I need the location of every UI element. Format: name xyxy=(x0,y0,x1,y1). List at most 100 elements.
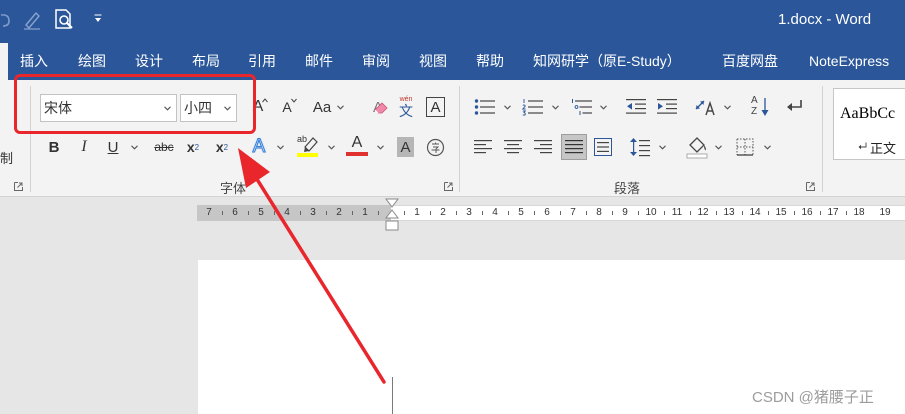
chevron-down-icon[interactable] xyxy=(600,105,607,110)
window-title: 1.docx - Word xyxy=(778,11,872,28)
ruler-tick xyxy=(222,211,223,215)
ruler-tick xyxy=(586,211,587,215)
enclose-characters-icon[interactable] xyxy=(426,138,445,157)
ruler-tick xyxy=(378,211,379,215)
ruler-number: 12 xyxy=(697,207,709,218)
chevron-down-icon[interactable] xyxy=(131,145,138,150)
tab-review[interactable]: 审阅 xyxy=(362,53,390,69)
tab-layout[interactable]: 布局 xyxy=(192,53,220,69)
group-separator xyxy=(459,86,460,192)
chevron-down-icon[interactable] xyxy=(504,105,511,110)
highlight-button[interactable]: ab xyxy=(296,134,320,158)
clear-formatting-button[interactable]: A xyxy=(367,95,389,119)
chevron-down-icon[interactable] xyxy=(724,105,731,110)
chevron-down-icon[interactable] xyxy=(328,145,335,150)
dialog-launcher-icon[interactable] xyxy=(14,182,23,191)
font-color-label: A xyxy=(351,134,363,151)
underline-button[interactable]: U xyxy=(105,135,121,159)
italic-button[interactable]: I xyxy=(77,135,91,159)
tab-baidu-netdisk[interactable]: 百度网盘 xyxy=(722,53,778,69)
line-spacing-icon[interactable] xyxy=(630,137,650,157)
tab-help[interactable]: 帮助 xyxy=(476,53,504,69)
chevron-down-icon[interactable] xyxy=(764,145,771,150)
ruler-number: 6 xyxy=(232,207,238,218)
font-color-button[interactable]: A xyxy=(346,134,368,158)
align-right-icon[interactable] xyxy=(534,139,552,155)
sort-letter-top: A xyxy=(751,95,758,106)
justify-button-selected[interactable] xyxy=(561,134,587,160)
chevron-down-icon[interactable] xyxy=(277,145,284,150)
sort-arrow-icon xyxy=(761,98,769,116)
dialog-launcher-icon[interactable] xyxy=(444,182,453,191)
text-effects-label: A xyxy=(252,136,266,158)
ruler-tick xyxy=(560,211,561,215)
font-group-label: 字体 xyxy=(220,181,247,196)
pen-icon[interactable] xyxy=(22,9,42,31)
redo-icon[interactable] xyxy=(0,11,12,29)
ruler-tick xyxy=(716,211,717,215)
sort-button[interactable]: A Z xyxy=(750,95,770,119)
chevron-down-icon[interactable] xyxy=(715,145,722,150)
tab-view[interactable]: 视图 xyxy=(419,53,447,69)
indent-marker-icon[interactable] xyxy=(385,198,399,232)
ruler-number: 1 xyxy=(414,207,420,218)
style-normal-tile[interactable]: AaBbCc 正文 xyxy=(833,88,905,160)
customize-toolbar-icon[interactable] xyxy=(94,14,102,24)
tab-home-active-edge[interactable] xyxy=(0,43,8,80)
bold-button[interactable]: B xyxy=(46,135,62,159)
horizontal-ruler[interactable]: 7 6 5 4 3 2 1 1 2 3 4 5 6 7 8 9 10 11 12 13 14 15 16 17 18 19 xyxy=(197,205,905,221)
ruler-number: 2 xyxy=(336,207,342,218)
tab-design[interactable]: 设计 xyxy=(135,53,163,69)
superscript-button[interactable]: x2 xyxy=(213,135,231,159)
tab-cnki-estudy[interactable]: 知网研学（原E-Study） xyxy=(533,53,681,69)
change-case-button[interactable]: Aa xyxy=(311,95,333,119)
multilevel-list-icon[interactable] xyxy=(571,98,593,116)
shrink-font-button[interactable]: A xyxy=(277,95,297,119)
change-case-label: Aa xyxy=(312,98,332,116)
borders-icon[interactable] xyxy=(736,138,754,156)
superscript-base: x xyxy=(215,139,224,155)
align-left-icon[interactable] xyxy=(474,139,492,155)
tab-insert[interactable]: 插入 xyxy=(20,53,48,69)
ruler-tick xyxy=(846,211,847,215)
subscript-button[interactable]: x2 xyxy=(184,135,202,159)
title-bar: 1.docx - Word 插入 绘图 设计 布局 引用 邮件 审阅 视图 帮助… xyxy=(0,0,905,80)
phonetic-guide-button[interactable]: wén 文 xyxy=(396,95,416,119)
dialog-launcher-icon[interactable] xyxy=(806,182,815,191)
strikethrough-button[interactable]: abc xyxy=(151,135,177,159)
decrease-indent-icon[interactable] xyxy=(626,98,646,116)
align-center-icon[interactable] xyxy=(504,139,522,155)
print-preview-icon[interactable] xyxy=(54,8,76,32)
paragraph-group-label: 段落 xyxy=(614,181,641,196)
character-shading-button[interactable]: A xyxy=(397,137,414,157)
ruler-number: 3 xyxy=(466,207,472,218)
ruler-tick xyxy=(690,211,691,215)
chevron-down-icon[interactable] xyxy=(377,145,384,150)
tab-mailings[interactable]: 邮件 xyxy=(305,53,333,69)
group-separator xyxy=(822,86,823,192)
bullets-icon[interactable] xyxy=(474,98,496,116)
tab-references[interactable]: 引用 xyxy=(248,53,276,69)
bold-label: B xyxy=(48,138,60,156)
show-marks-icon[interactable] xyxy=(786,98,804,114)
chevron-down-icon[interactable] xyxy=(337,105,344,110)
chevron-down-icon[interactable] xyxy=(552,105,559,110)
ruler-tick xyxy=(352,211,353,215)
clipboard-partial-label: 制 xyxy=(0,151,14,166)
distributed-icon[interactable] xyxy=(594,138,612,156)
ruler-tick xyxy=(534,211,535,215)
ruler-number: 19 xyxy=(879,207,891,218)
ruler-number: 18 xyxy=(853,207,865,218)
tab-noteexpress[interactable]: NoteExpress xyxy=(809,53,889,69)
numbering-icon[interactable] xyxy=(522,98,544,116)
asian-layout-icon[interactable] xyxy=(694,97,716,117)
text-effects-button[interactable]: A xyxy=(249,135,269,159)
shading-icon[interactable] xyxy=(686,135,708,159)
tab-draw[interactable]: 绘图 xyxy=(78,53,106,69)
caret-up-icon xyxy=(262,98,268,103)
ruler-number: 7 xyxy=(570,207,576,218)
chevron-down-icon[interactable] xyxy=(659,145,666,150)
character-border-button[interactable]: A xyxy=(426,97,445,117)
increase-indent-icon[interactable] xyxy=(657,98,677,116)
ruler-number: 4 xyxy=(492,207,498,218)
